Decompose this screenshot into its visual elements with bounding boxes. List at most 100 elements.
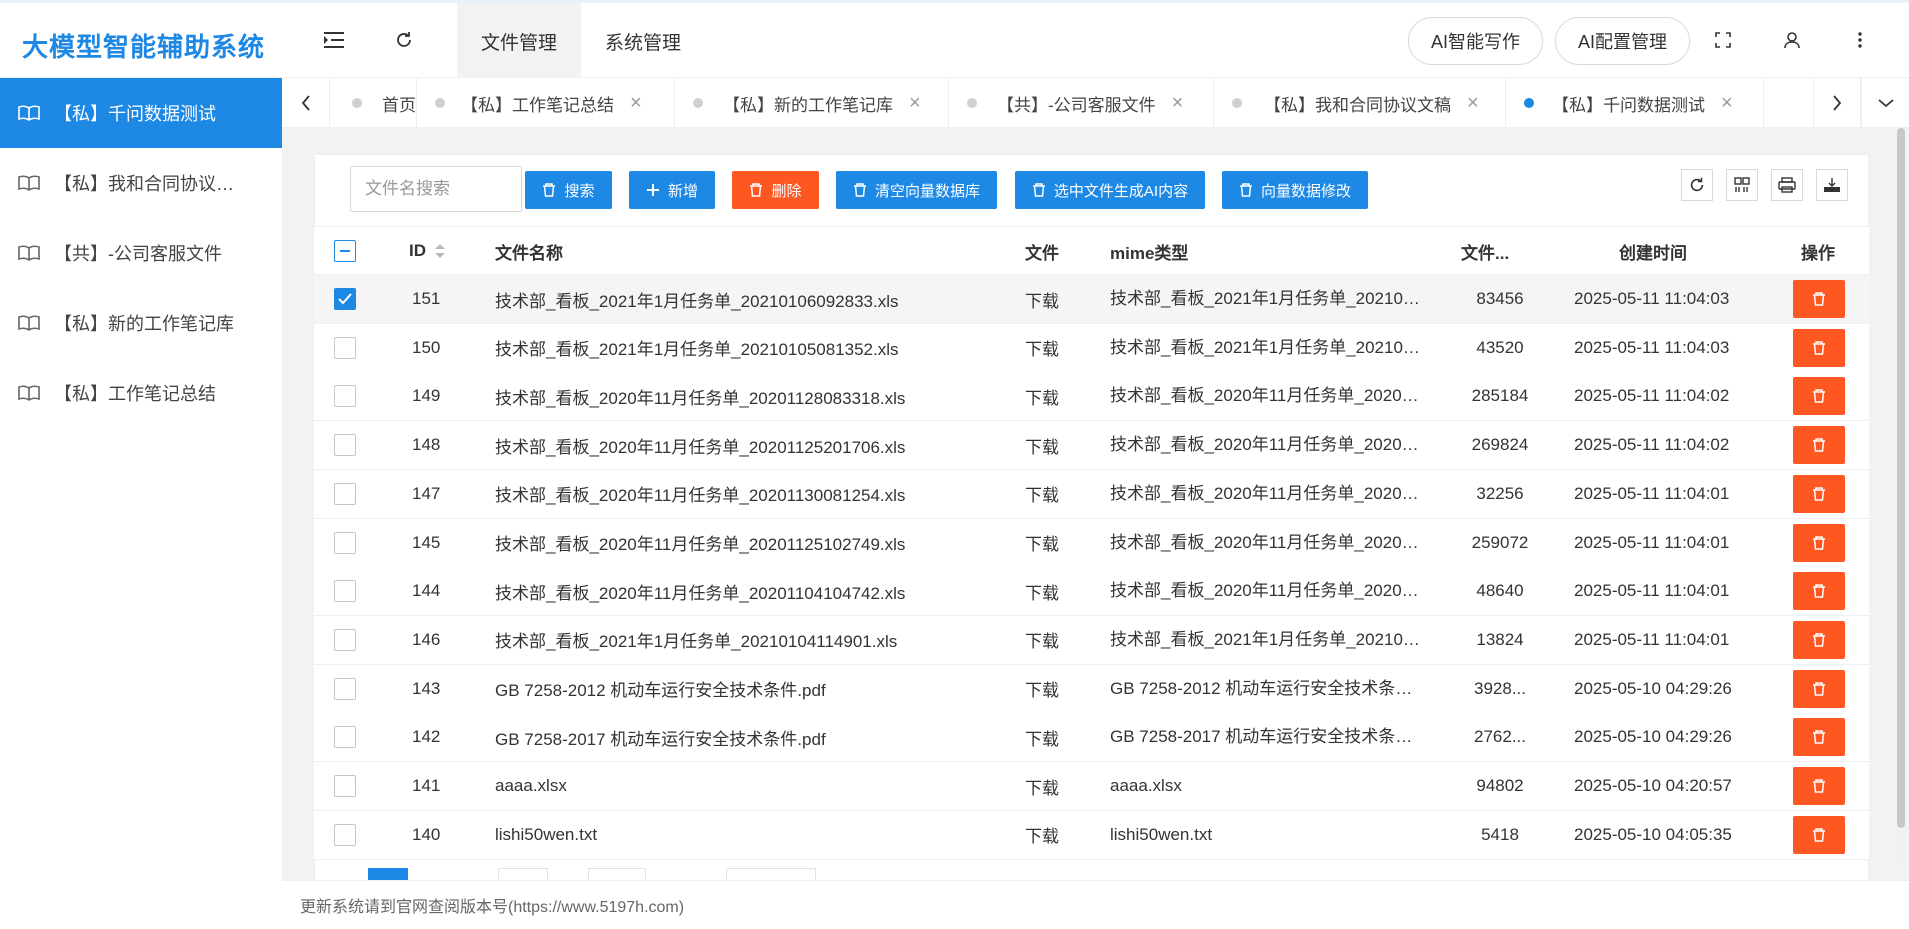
- scrollbar-thumb[interactable]: [1897, 128, 1905, 828]
- table-row[interactable]: 151 技术部_看板_2021年1月任务单_20210106092833.xls 下…: [314, 275, 1869, 324]
- row-delete-button[interactable]: [1793, 620, 1845, 659]
- row-checkbox[interactable]: [334, 677, 356, 700]
- ai-config-button[interactable]: AI配置管理: [1555, 17, 1690, 65]
- cell-mime: 技术部_看板_2021年1月任务单_20210105081352.xls: [1110, 337, 1422, 357]
- scrollbar[interactable]: [1897, 128, 1905, 868]
- row-delete-button[interactable]: [1793, 572, 1845, 611]
- row-checkbox[interactable]: [334, 580, 356, 603]
- page-jump-input[interactable]: [498, 868, 548, 880]
- download-link[interactable]: 下载: [1025, 665, 1059, 713]
- download-link[interactable]: 下载: [1025, 567, 1059, 615]
- row-delete-button[interactable]: [1793, 718, 1845, 757]
- menu-fold-icon[interactable]: [320, 25, 350, 55]
- clear-vector-db-button[interactable]: 清空向量数据库: [836, 171, 997, 209]
- grid-icon[interactable]: [1726, 169, 1758, 201]
- page-size-select[interactable]: [726, 868, 816, 880]
- row-delete-button[interactable]: [1793, 474, 1845, 513]
- tab-qianwen-test[interactable]: 【私】千问数据测试 ×: [1506, 78, 1764, 128]
- sort-icon[interactable]: [434, 243, 446, 259]
- download-link[interactable]: 下载: [1025, 470, 1059, 518]
- table-row[interactable]: 144 技术部_看板_2020年11月任务单_20201104104742.xls…: [314, 567, 1869, 617]
- export-icon[interactable]: [1816, 169, 1848, 201]
- row-checkbox[interactable]: [334, 823, 356, 846]
- row-checkbox[interactable]: [334, 288, 356, 310]
- more-vertical-icon[interactable]: [1845, 25, 1875, 55]
- fullscreen-icon[interactable]: [1708, 25, 1738, 55]
- download-link[interactable]: 下载: [1025, 324, 1059, 372]
- download-link[interactable]: 下载: [1025, 275, 1059, 323]
- tab-home[interactable]: 首页: [330, 78, 417, 128]
- close-icon[interactable]: ×: [1467, 93, 1479, 113]
- table-row[interactable]: 149 技术部_看板_2020年11月任务单_20201128083318.xls…: [314, 372, 1869, 422]
- user-icon[interactable]: [1777, 25, 1807, 55]
- print-icon[interactable]: [1771, 169, 1803, 201]
- table-row[interactable]: 150 技术部_看板_2021年1月任务单_20210105081352.xls 下…: [314, 323, 1869, 373]
- tabs-dropdown[interactable]: [1861, 78, 1909, 128]
- row-action-cell: [1793, 713, 1845, 761]
- download-link[interactable]: 下载: [1025, 762, 1059, 810]
- row-checkbox[interactable]: [334, 726, 356, 749]
- delete-button[interactable]: 删除: [732, 171, 819, 209]
- tabs-scroll-left[interactable]: [282, 78, 330, 128]
- row-checkbox[interactable]: [334, 336, 356, 359]
- row-checkbox[interactable]: [334, 482, 356, 505]
- row-delete-button[interactable]: [1793, 815, 1845, 854]
- row-delete-button[interactable]: [1793, 426, 1845, 465]
- tabs-scroll-right[interactable]: [1813, 78, 1861, 128]
- download-link[interactable]: 下载: [1025, 811, 1059, 859]
- download-link[interactable]: 下载: [1025, 519, 1059, 567]
- table-row[interactable]: 148 技术部_看板_2020年11月任务单_20201125201706.xls…: [314, 421, 1869, 471]
- close-icon[interactable]: ×: [1721, 93, 1733, 113]
- table-row[interactable]: 142 GB 7258-2017 机动车运行安全技术条件.pdf 下载 GB 7258…: [314, 713, 1869, 763]
- close-icon[interactable]: ×: [909, 93, 921, 113]
- row-delete-button[interactable]: [1793, 328, 1845, 367]
- download-link[interactable]: 下载: [1025, 616, 1059, 664]
- page-current[interactable]: [368, 868, 408, 880]
- tab-notes-summary[interactable]: 【私】工作笔记总结 ×: [417, 78, 675, 128]
- ai-write-button[interactable]: AI智能写作: [1408, 17, 1543, 65]
- download-link[interactable]: 下载: [1025, 421, 1059, 469]
- tab-contract-docs[interactable]: 【私】我和合同协议文稿 ×: [1214, 78, 1506, 128]
- tab-new-notes[interactable]: 【私】新的工作笔记库 ×: [675, 78, 949, 128]
- select-all-checkbox[interactable]: [334, 240, 356, 262]
- table-row[interactable]: 141 aaaa.xlsx 下载 aaaa.xlsx 94802 2025-05-10 0…: [314, 762, 1869, 811]
- row-delete-button[interactable]: [1793, 280, 1845, 318]
- vector-data-edit-button[interactable]: 向量数据修改: [1222, 171, 1368, 209]
- close-icon[interactable]: ×: [1172, 93, 1184, 113]
- row-checkbox[interactable]: [334, 775, 356, 797]
- add-button[interactable]: 新增: [629, 171, 715, 209]
- nav-system-management[interactable]: 系统管理: [581, 3, 705, 79]
- sidebar-item-contract-docs[interactable]: 【私】我和合同协议文稿: [0, 148, 282, 218]
- sidebar-item-new-notes[interactable]: 【私】新的工作笔记库: [0, 288, 282, 358]
- close-icon[interactable]: ×: [630, 93, 642, 113]
- row-delete-button[interactable]: [1793, 669, 1845, 708]
- table-row[interactable]: 140 lishi50wen.txt 下载 lishi50wen.txt 5418 202…: [314, 810, 1869, 860]
- download-link[interactable]: 下载: [1025, 372, 1059, 420]
- row-delete-button[interactable]: [1793, 767, 1845, 805]
- table-refresh-icon[interactable]: [1681, 169, 1713, 201]
- refresh-icon[interactable]: [389, 25, 419, 55]
- table-row[interactable]: 143 GB 7258-2012 机动车运行安全技术条件.pdf 下载 GB 7258…: [314, 664, 1869, 714]
- sidebar-item-customer-service[interactable]: 【共】-公司客服文件: [0, 218, 282, 288]
- download-link[interactable]: 下载: [1025, 713, 1059, 761]
- page-size-box[interactable]: [588, 868, 646, 880]
- tab-customer-service[interactable]: 【共】-公司客服文件 ×: [949, 78, 1214, 128]
- table-row[interactable]: 146 技术部_看板_2021年1月任务单_20210104114901.xls 下…: [314, 615, 1869, 665]
- sidebar-item-qianwen-test[interactable]: 【私】千问数据测试: [0, 78, 282, 148]
- row-checkbox[interactable]: [334, 531, 356, 554]
- row-checkbox[interactable]: [334, 434, 356, 457]
- search-button[interactable]: 搜索: [525, 171, 612, 209]
- row-delete-button[interactable]: [1793, 377, 1845, 416]
- row-checkbox[interactable]: [334, 385, 356, 408]
- table-row[interactable]: 145 技术部_看板_2020年11月任务单_20201125102749.xls…: [314, 518, 1869, 568]
- col-size: 文件...: [1461, 243, 1510, 263]
- nav-file-management[interactable]: 文件管理: [457, 3, 582, 79]
- search-input[interactable]: [350, 166, 522, 212]
- table-row[interactable]: 147 技术部_看板_2020年11月任务单_20201130081254.xls…: [314, 469, 1869, 519]
- trash-icon: [1812, 340, 1826, 355]
- sidebar-item-notes-summary[interactable]: 【私】工作笔记总结: [0, 358, 282, 428]
- row-checkbox[interactable]: [334, 628, 356, 651]
- generate-ai-content-button[interactable]: 选中文件生成AI内容: [1015, 171, 1205, 209]
- col-id[interactable]: ID: [409, 227, 469, 275]
- row-delete-button[interactable]: [1793, 523, 1845, 562]
